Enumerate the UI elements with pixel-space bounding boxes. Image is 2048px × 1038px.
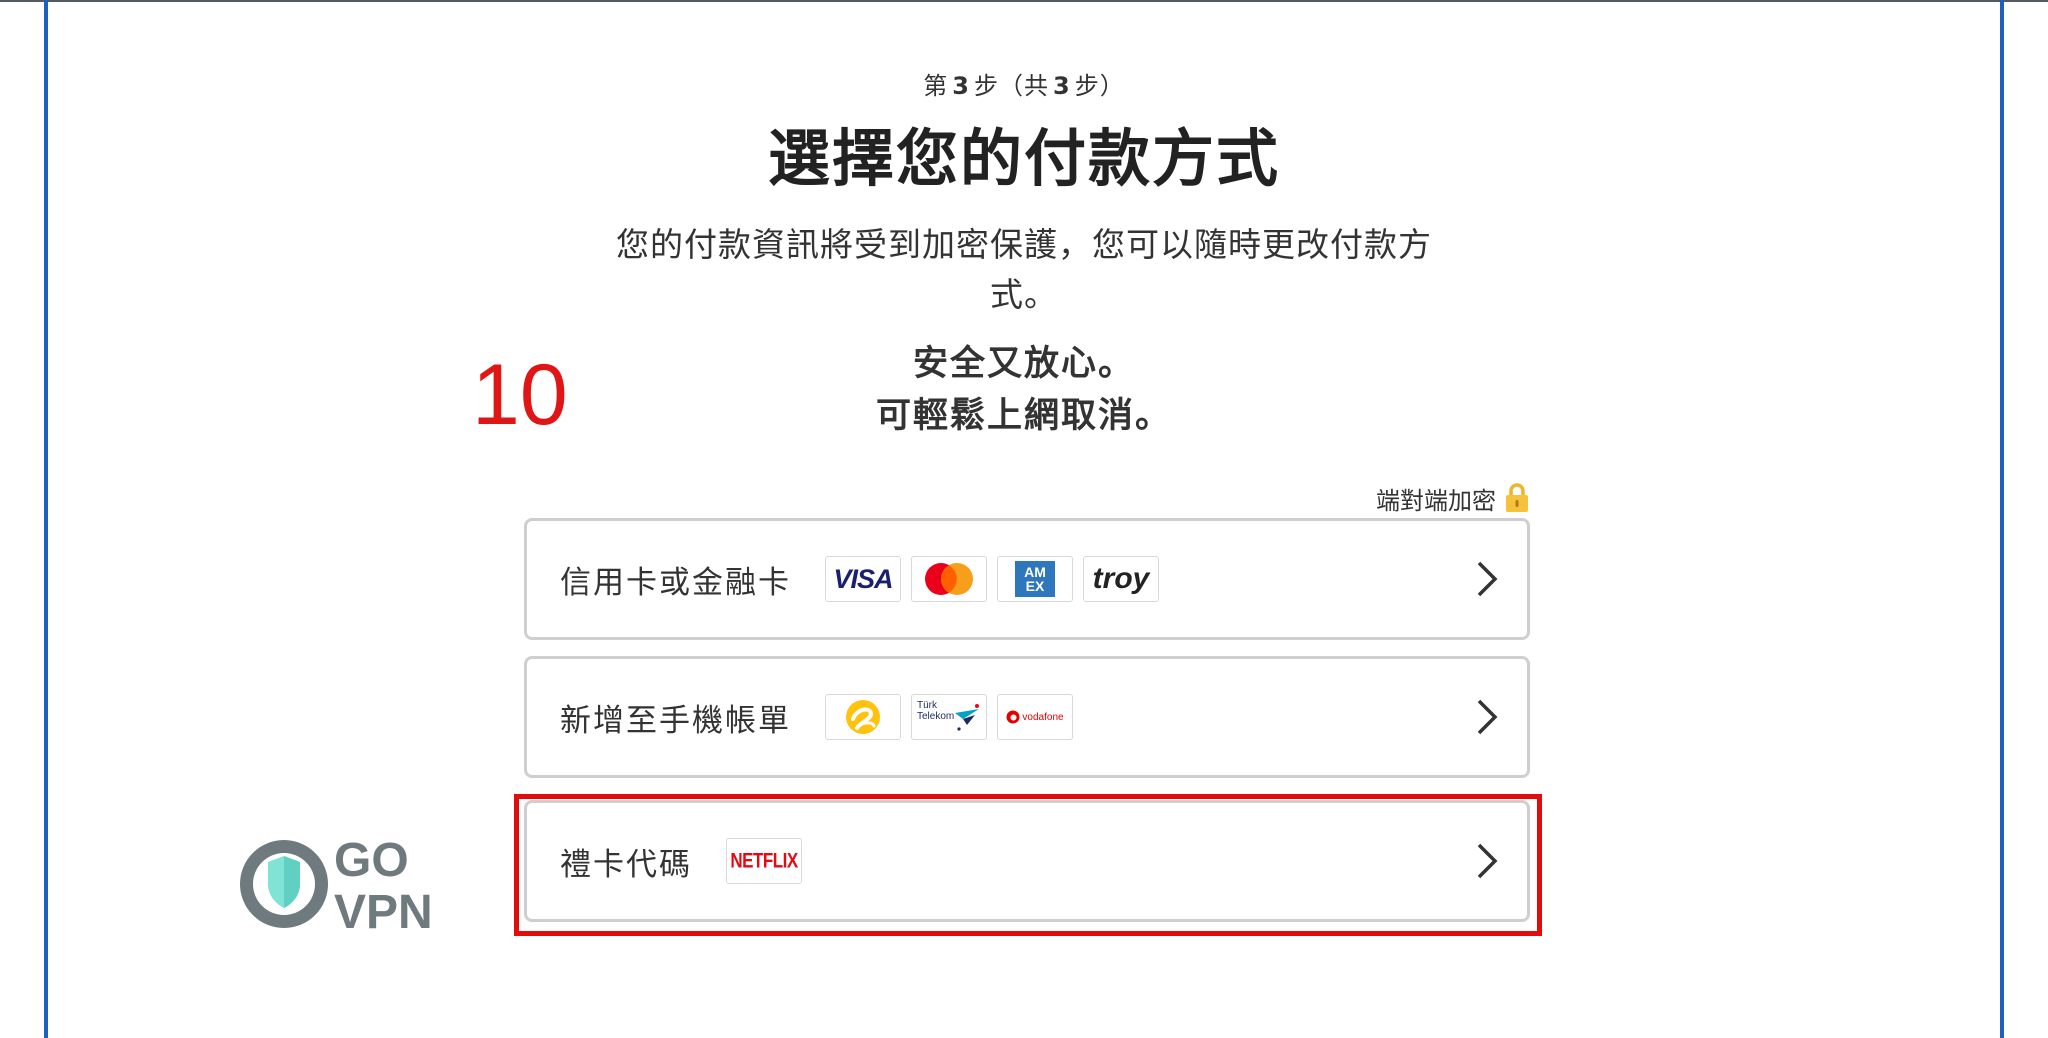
govpn-watermark-logo: GO VPN: [240, 834, 433, 932]
govpn-text-line-2: VPN: [334, 886, 433, 932]
troy-logo: troy: [1083, 556, 1159, 602]
govpn-text-line-1: GO: [334, 834, 409, 887]
annotation-step-number: 10: [472, 347, 568, 443]
frame-left-border: [44, 0, 48, 1038]
option-label-mobile-bill: 新增至手機帳單: [560, 702, 791, 739]
visa-logo-text: VISA: [833, 563, 893, 594]
page-description: 您的付款資訊將受到加密保護，您可以隨時更改付款方 式。: [582, 220, 1466, 320]
reassurance-text: 安全又放心。 可輕鬆上網取消。: [700, 338, 1348, 442]
padlock-icon: [1506, 483, 1528, 512]
vodafone-mark: [1006, 710, 1020, 724]
annotation-highlight-box: [514, 794, 1542, 936]
step-suffix: 步）: [1074, 72, 1125, 100]
amex-logo-text-top: AM: [1024, 564, 1046, 580]
encryption-label: 端對端加密: [1376, 486, 1496, 515]
step-prefix: 第: [923, 72, 949, 100]
turk-telekom-logo: Türk Telekom: [911, 694, 987, 740]
description-line-2: 式。: [990, 275, 1058, 314]
mastercard-circles: [925, 563, 973, 595]
troy-logo-text: troy: [1092, 562, 1150, 595]
step-total: 3: [1053, 72, 1071, 100]
step-current: 3: [952, 72, 970, 100]
mastercard-logo: [911, 556, 987, 602]
description-line-1: 您的付款資訊將受到加密保護，您可以隨時更改付款方: [616, 225, 1432, 264]
chevron-right-icon[interactable]: [1475, 559, 1499, 599]
payment-option-card[interactable]: 信用卡或金融卡 VISA AM EX troy: [524, 518, 1530, 640]
reassurance-line-1: 安全又放心。: [912, 344, 1135, 384]
telekom-text-line-1: Türk: [917, 700, 937, 711]
vodafone-logo: vodafone: [997, 694, 1073, 740]
top-divider: [0, 0, 2048, 2]
step-indicator: 第 3 步（共 3 步）: [700, 66, 1348, 101]
payment-option-mobile-bill[interactable]: 新增至手機帳單 Türk Telekom vodafone: [524, 656, 1530, 778]
visa-logo: VISA: [825, 556, 901, 602]
page-title: 選擇您的付款方式: [767, 122, 1280, 195]
chevron-right-icon[interactable]: [1475, 697, 1499, 737]
option-label-card: 信用卡或金融卡: [560, 564, 791, 601]
amex-logo: AM EX: [997, 556, 1073, 602]
encryption-notice: 端對端加密: [1340, 480, 1530, 516]
telekom-text-line-2: Telekom: [917, 711, 955, 722]
turkcell-logo: [825, 694, 901, 740]
amex-logo-text-bottom: EX: [1025, 578, 1045, 594]
vodafone-logo-text: vodafone: [1022, 711, 1064, 723]
telekom-arrow-mark: [955, 704, 979, 731]
frame-right-border: [2000, 0, 2004, 1038]
step-mid: 步（共: [974, 72, 1049, 100]
reassurance-line-2: 可輕鬆上網取消。: [875, 396, 1172, 436]
turkcell-mark: [846, 700, 880, 734]
